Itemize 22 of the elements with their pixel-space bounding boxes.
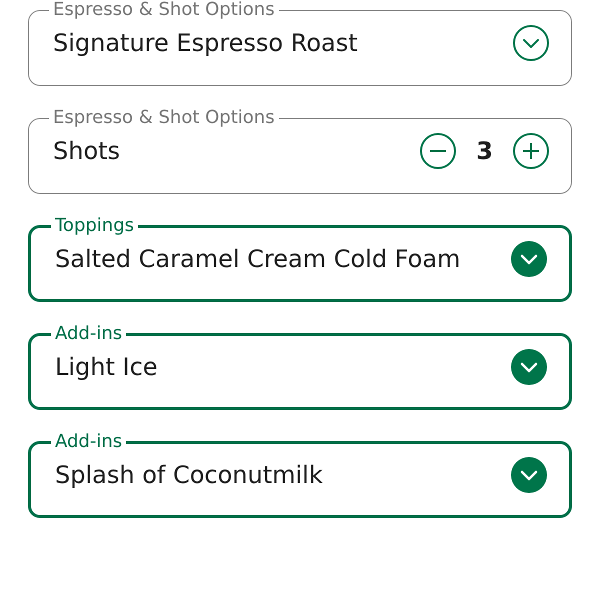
field-label: Espresso & Shot Options [52, 108, 276, 128]
option-field[interactable]: Add-ins Light Ice [28, 324, 572, 410]
field-label: Toppings [54, 216, 136, 236]
chevron-down-icon[interactable] [511, 349, 547, 385]
field-label: Add-ins [54, 432, 124, 452]
option-field[interactable]: Espresso & Shot Options Shots 3 [28, 108, 572, 194]
field-value: Splash of Coconutmilk [55, 461, 323, 489]
field-value: Light Ice [55, 353, 158, 381]
field-label: Add-ins [54, 324, 124, 344]
field-value: Shots [53, 137, 120, 165]
field-label: Espresso & Shot Options [52, 0, 276, 20]
field-value: Signature Espresso Roast [53, 29, 358, 57]
option-field[interactable]: Toppings Salted Caramel Cream Cold Foam [28, 216, 572, 302]
minus-icon[interactable] [420, 133, 456, 169]
shot-count: 3 [476, 137, 493, 165]
chevron-down-icon[interactable] [513, 25, 549, 61]
option-field[interactable]: Espresso & Shot Options Signature Espresso Roast [28, 0, 572, 86]
chevron-down-icon[interactable] [511, 241, 547, 277]
chevron-down-icon[interactable] [511, 457, 547, 493]
option-field[interactable]: Add-ins Splash of Coconutmilk [28, 432, 572, 518]
field-value: Salted Caramel Cream Cold Foam [55, 245, 460, 273]
plus-icon[interactable] [513, 133, 549, 169]
